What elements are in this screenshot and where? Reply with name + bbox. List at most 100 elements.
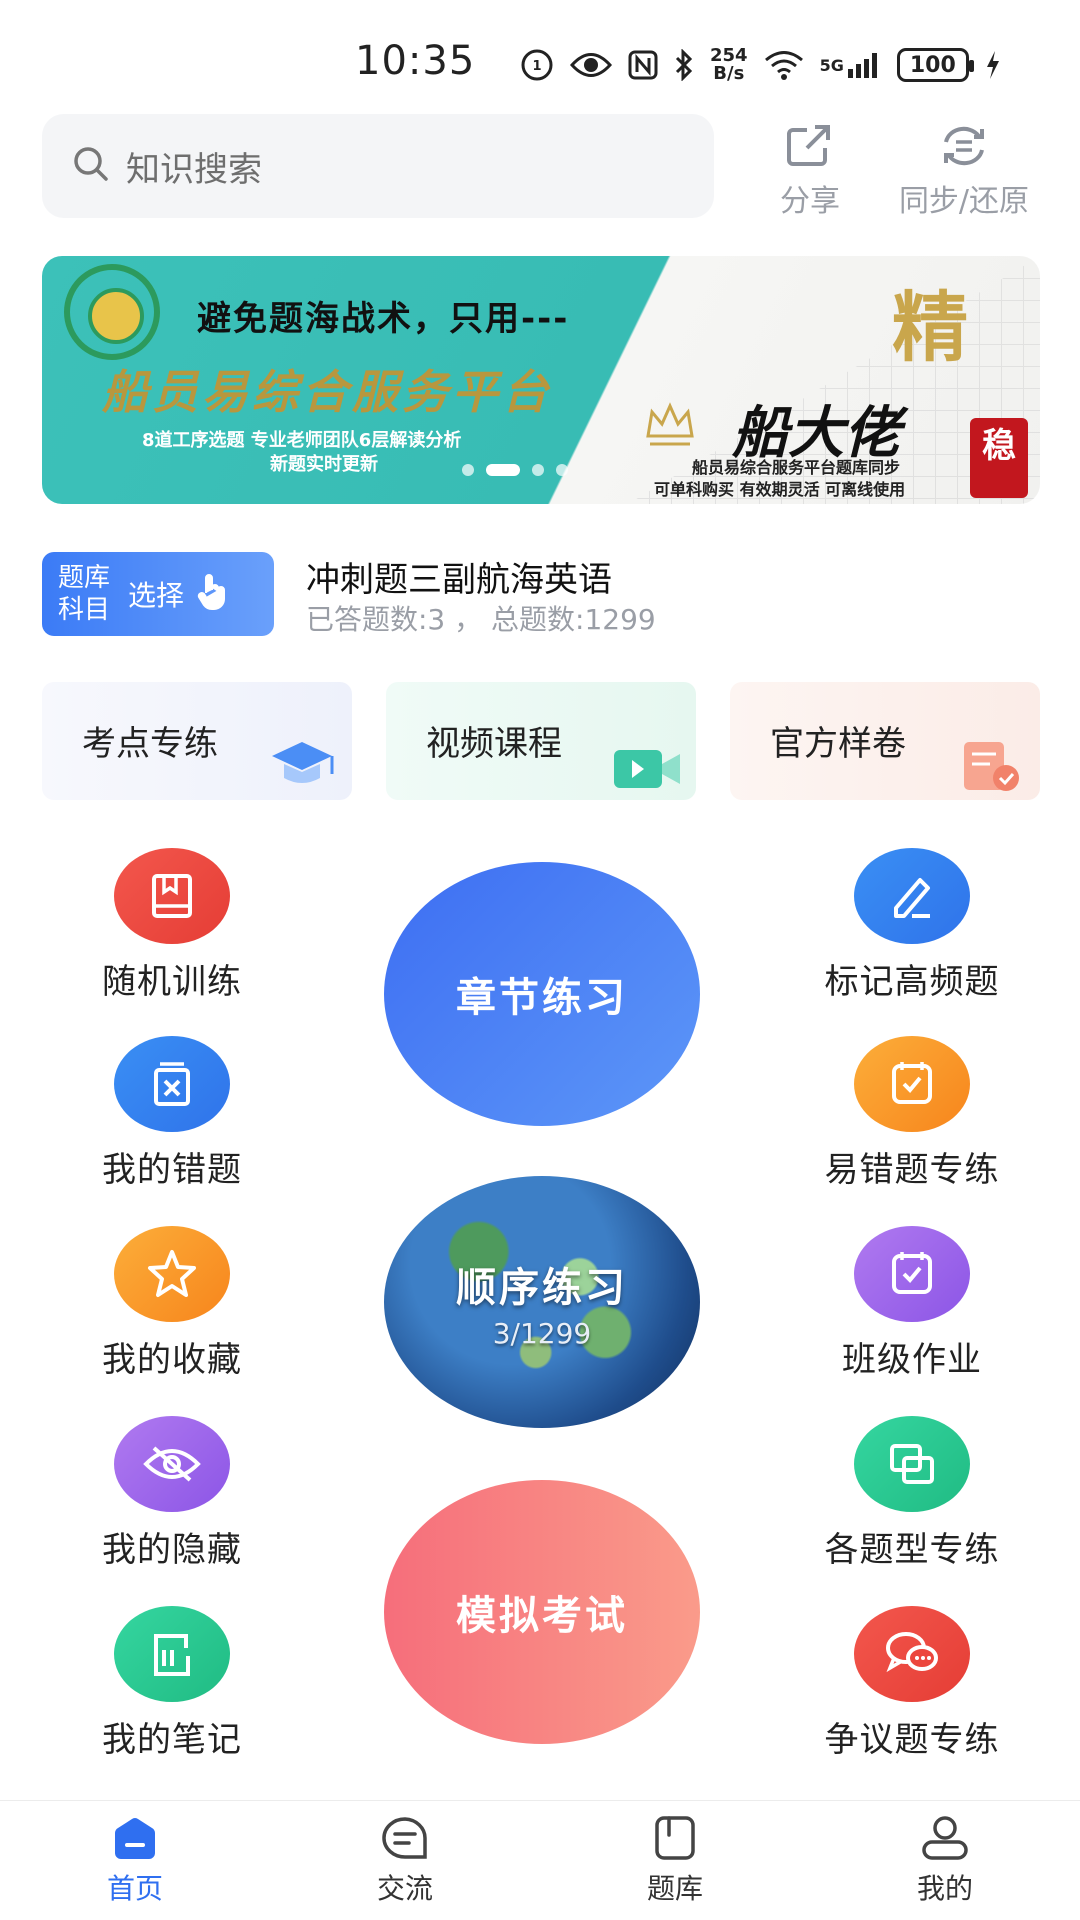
video-camera-icon — [606, 734, 686, 798]
nav-question-bank[interactable]: 题库 — [605, 1815, 745, 1907]
svg-text:1: 1 — [532, 59, 541, 74]
banner-seal: 稳 — [970, 418, 1028, 498]
subject-chip-line2: 科目 — [58, 595, 111, 625]
sequential-practice-button[interactable]: 顺序练习 3/1299 — [384, 1176, 700, 1428]
home-icon — [109, 1815, 161, 1865]
banner-slogan-line1: 船员易综合服务平台题库同步 — [692, 458, 901, 477]
feature-label: 我的笔记 — [102, 1720, 242, 1760]
favorites-button[interactable]: 我的收藏 — [72, 1226, 272, 1381]
feature-label: 班级作业 — [842, 1340, 982, 1380]
subject-chip-label: 题库 科目 — [58, 562, 110, 626]
class-homework-button[interactable]: 班级作业 — [812, 1226, 1012, 1381]
subject-title: 冲刺题三副航海英语 — [306, 560, 612, 600]
subject-stats: 已答题数:3 ， 总题数:1299 — [306, 603, 656, 636]
wrong-questions-button[interactable]: 我的错题 — [72, 1036, 272, 1191]
share-label: 分享 — [780, 184, 840, 219]
nav-home[interactable]: 首页 — [65, 1815, 205, 1907]
charging-icon — [985, 50, 1001, 80]
carousel-dot-active — [486, 464, 520, 476]
checkbox-icon — [854, 1036, 970, 1132]
status-bar: 10:35 1 254 B/s 5G 100 — [0, 0, 1080, 110]
banner-platform-name: 船员易综合服务平台 — [102, 365, 552, 419]
layers-icon — [854, 1416, 970, 1512]
banner-feature-text: 8道工序选题 专业老师团队6层解读分析 — [142, 430, 462, 451]
sequential-progress: 3/1299 — [492, 1316, 592, 1350]
share-icon — [785, 124, 835, 172]
nav-label: 我的 — [916, 1872, 973, 1905]
chat-bubbles-icon — [854, 1606, 970, 1702]
random-training-button[interactable]: 随机训练 — [72, 848, 272, 1003]
quick-card-video-course[interactable]: 视频课程 — [386, 682, 696, 800]
user-icon — [919, 1815, 971, 1865]
book-icon — [114, 848, 230, 944]
wrong-question-icon — [114, 1036, 230, 1132]
chapter-practice-button[interactable]: 章节练习 — [384, 862, 700, 1126]
carousel-dot — [556, 464, 568, 476]
banner-headline: 避免题海战术，只用--- — [197, 299, 570, 339]
nav-label: 首页 — [106, 1872, 163, 1905]
checkbox-icon — [854, 1226, 970, 1322]
feature-label: 各题型专练 — [824, 1530, 1000, 1570]
bottom-nav: 首页 交流 题库 我的 — [0, 1800, 1080, 1920]
net-speed: 254 B/s — [710, 47, 748, 83]
feature-label: 争议题专练 — [824, 1720, 1000, 1760]
nfc-icon — [628, 50, 658, 80]
graduation-cap-icon — [262, 734, 342, 798]
subject-chip-line1: 题库 — [58, 563, 111, 593]
sync-label: 同步/还原 — [898, 184, 1030, 219]
high-frequency-button[interactable]: 标记高频题 — [812, 848, 1012, 1003]
sequential-practice-label: 顺序练习 — [456, 1264, 628, 1311]
mock-exam-button[interactable]: 模拟考试 — [384, 1480, 700, 1744]
feature-label: 随机训练 — [102, 962, 242, 1002]
nav-label: 交流 — [376, 1872, 433, 1905]
notes-button[interactable]: 我的笔记 — [72, 1606, 272, 1761]
quick-card-label: 考点专练 — [82, 724, 218, 764]
search-input[interactable]: 知识搜索 — [42, 114, 714, 218]
ship-wheel-logo — [64, 264, 160, 360]
disputed-questions-button[interactable]: 争议题专练 — [812, 1606, 1012, 1761]
signal-icon: 5G — [820, 51, 881, 79]
carousel-dot — [462, 464, 474, 476]
feature-label: 易错题专练 — [824, 1150, 1000, 1190]
hidden-questions-button[interactable]: 我的隐藏 — [72, 1416, 272, 1571]
share-button[interactable]: 分享 — [770, 124, 850, 220]
bluetooth-icon — [674, 49, 694, 81]
question-type-button[interactable]: 各题型专练 — [812, 1416, 1012, 1571]
eye-icon — [570, 50, 612, 80]
crown-logo-icon — [642, 400, 698, 450]
banner-slogan-line2: 可单科购买 有效期灵活 可离线使用 — [654, 480, 906, 499]
error-prone-button[interactable]: 易错题专练 — [812, 1036, 1012, 1191]
status-icons: 1 254 B/s 5G 100 — [520, 40, 1001, 90]
feature-label: 我的隐藏 — [102, 1530, 242, 1570]
quick-card-exam-points[interactable]: 考点专练 — [42, 682, 352, 800]
document-check-icon — [950, 734, 1030, 798]
nav-profile[interactable]: 我的 — [875, 1815, 1015, 1907]
quick-card-official-papers[interactable]: 官方样卷 — [730, 682, 1040, 800]
chapter-practice-label: 章节练习 — [456, 975, 628, 1021]
feature-label: 标记高频题 — [824, 962, 1000, 1002]
wifi-icon — [764, 50, 804, 80]
network-type: 5G — [819, 55, 844, 75]
nav-label: 题库 — [646, 1872, 703, 1905]
search-placeholder: 知识搜索 — [126, 149, 262, 190]
quick-card-label: 视频课程 — [426, 724, 562, 764]
banner-jing-char: 精 — [892, 283, 968, 372]
hd-call-icon: 1 — [520, 48, 554, 82]
eye-hidden-icon — [114, 1416, 230, 1512]
note-icon — [114, 1606, 230, 1702]
banner-update-text: 新题实时更新 — [270, 454, 378, 475]
carousel-dot — [532, 464, 544, 476]
search-icon — [72, 145, 110, 187]
carousel-indicator — [462, 464, 568, 476]
star-icon — [114, 1226, 230, 1322]
battery-indicator: 100 — [896, 48, 974, 82]
nav-community[interactable]: 交流 — [335, 1815, 475, 1907]
tap-hand-icon — [196, 573, 228, 615]
message-icon — [379, 1815, 431, 1865]
subject-select-label: 选择 — [128, 579, 185, 612]
pencil-icon — [854, 848, 970, 944]
promo-banner[interactable]: 避免题海战术，只用--- 船员易综合服务平台 8道工序选题 专业老师团队6层解读… — [42, 256, 1040, 504]
sync-restore-button[interactable]: 同步/还原 — [884, 124, 1044, 220]
subject-select-button[interactable]: 题库 科目 选择 — [42, 552, 274, 636]
net-speed-unit: B/s — [713, 63, 745, 84]
